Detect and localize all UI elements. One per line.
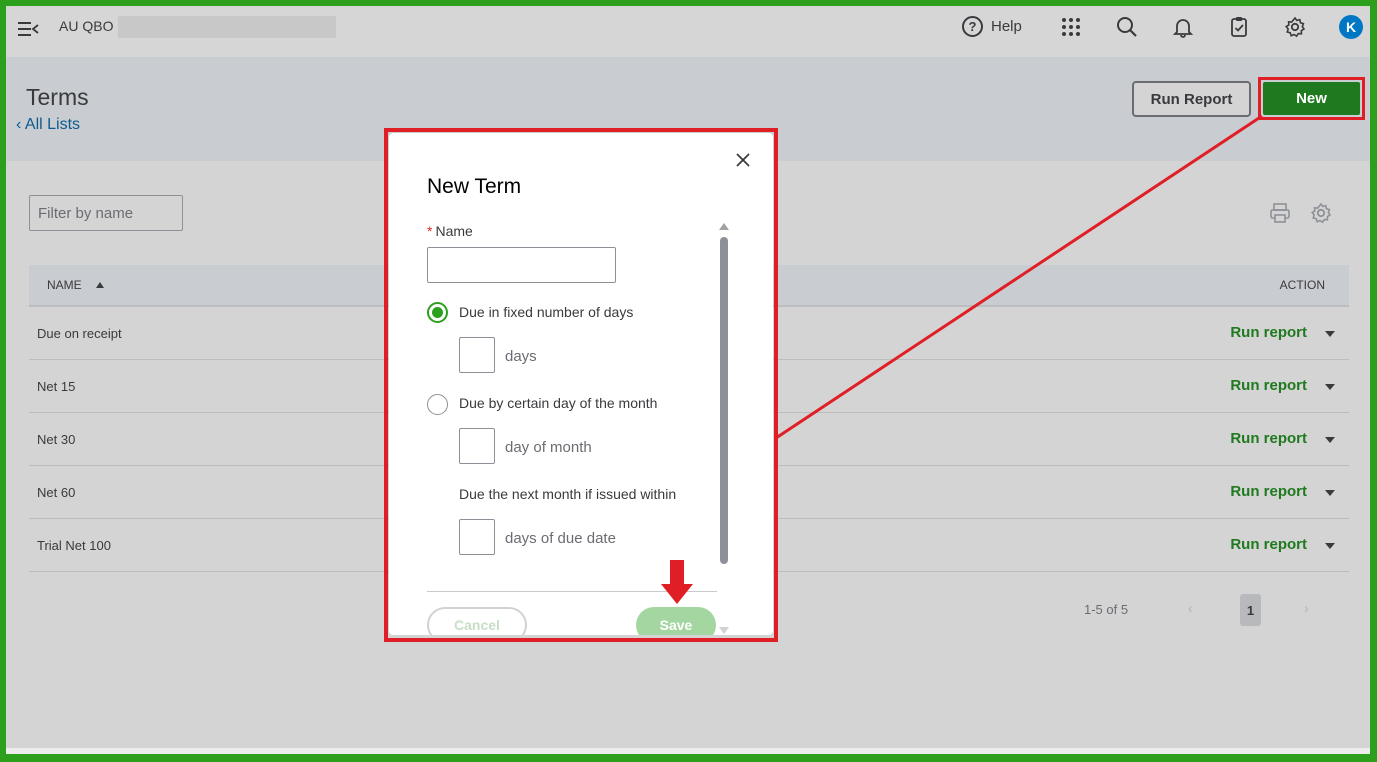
- sort-ascending-icon: [95, 282, 104, 288]
- run-report-link[interactable]: Run report: [1230, 430, 1307, 447]
- search-icon[interactable]: [1116, 16, 1138, 38]
- close-icon[interactable]: [736, 153, 750, 167]
- row-actions-dropdown-icon[interactable]: [1325, 384, 1335, 390]
- term-name-input[interactable]: [427, 247, 616, 283]
- row-actions-dropdown-icon[interactable]: [1325, 490, 1335, 496]
- scroll-up-arrow-icon[interactable]: [719, 223, 729, 230]
- run-report-link[interactable]: Run report: [1230, 377, 1307, 394]
- day-of-month-unit-label: day of month: [505, 439, 592, 456]
- run-report-button[interactable]: Run Report: [1132, 81, 1251, 117]
- pagination-summary: 1-5 of 5: [1084, 602, 1129, 617]
- all-lists-link[interactable]: ‹ All Lists: [16, 116, 80, 134]
- apps-grid-icon[interactable]: [1060, 16, 1082, 38]
- days-unit-label: days: [505, 348, 537, 365]
- column-header-name[interactable]: NAME: [47, 278, 104, 292]
- term-name: Net 15: [37, 379, 76, 394]
- run-report-link[interactable]: Run report: [1230, 324, 1307, 341]
- run-report-link[interactable]: Run report: [1230, 483, 1307, 500]
- column-header-action: ACTION: [1279, 278, 1325, 292]
- day-of-month-option-label: Due by certain day of the month: [459, 395, 658, 411]
- settings-gear-icon[interactable]: [1284, 16, 1306, 38]
- new-button[interactable]: New: [1263, 82, 1360, 115]
- next-page-button[interactable]: ›: [1304, 600, 1309, 616]
- top-navigation-bar: AU QBO ? Help K: [6, 6, 1370, 57]
- cancel-button[interactable]: Cancel: [427, 607, 527, 635]
- day-of-month-radio[interactable]: [427, 394, 448, 415]
- save-button[interactable]: Save: [636, 607, 716, 635]
- run-report-link[interactable]: Run report: [1230, 536, 1307, 553]
- all-lists-label: All Lists: [24, 116, 81, 133]
- page-title: Terms: [26, 84, 89, 110]
- filter-by-name-input[interactable]: Filter by name: [29, 195, 183, 231]
- days-of-due-date-unit-label: days of due date: [505, 530, 616, 547]
- term-name: Trial Net 100: [37, 538, 111, 553]
- days-of-due-date-input[interactable]: [459, 519, 495, 555]
- row-actions-dropdown-icon[interactable]: [1325, 331, 1335, 337]
- notifications-bell-icon[interactable]: [1172, 16, 1194, 38]
- user-avatar[interactable]: K: [1339, 15, 1363, 39]
- scroll-down-arrow-icon[interactable]: [719, 627, 729, 634]
- dialog-scrollbar[interactable]: [720, 237, 728, 564]
- company-name: AU QBO: [59, 18, 114, 34]
- task-clipboard-icon[interactable]: [1228, 16, 1250, 38]
- help-icon: ?: [962, 16, 983, 37]
- required-marker: *: [427, 223, 433, 239]
- row-actions-dropdown-icon[interactable]: [1325, 543, 1335, 549]
- name-label-text: Name: [435, 223, 473, 239]
- term-name: Net 60: [37, 485, 76, 500]
- help-label: Help: [991, 18, 1022, 35]
- help-button[interactable]: ? Help: [962, 16, 1022, 37]
- dialog-title: New Term: [427, 175, 522, 198]
- fixed-days-radio[interactable]: [427, 302, 448, 323]
- redacted-company-detail: [118, 16, 336, 38]
- term-name: Net 30: [37, 432, 76, 447]
- column-name-label: NAME: [47, 278, 82, 292]
- previous-page-button[interactable]: ‹: [1188, 600, 1193, 616]
- term-name: Due on receipt: [37, 326, 122, 341]
- collapse-menu-icon[interactable]: [18, 20, 40, 38]
- page-number-button[interactable]: 1: [1240, 594, 1261, 626]
- table-settings-gear-icon[interactable]: [1310, 202, 1332, 224]
- new-term-dialog: New Term * Name Due in fixed number of da…: [389, 133, 773, 635]
- name-field-label: * Name: [427, 223, 473, 239]
- day-of-month-input[interactable]: [459, 428, 495, 464]
- bottom-strip: [6, 748, 1370, 754]
- print-icon[interactable]: [1269, 202, 1291, 224]
- fixed-days-option-label: Due in fixed number of days: [459, 304, 634, 320]
- row-actions-dropdown-icon[interactable]: [1325, 437, 1335, 443]
- chevron-left-icon: ‹: [16, 116, 25, 133]
- next-month-label: Due the next month if issued within: [459, 486, 677, 502]
- red-down-arrow-icon: [661, 560, 693, 604]
- app-frame: AU QBO ? Help K Terms ‹ All Lists Run Re…: [6, 6, 1370, 754]
- days-input[interactable]: [459, 337, 495, 373]
